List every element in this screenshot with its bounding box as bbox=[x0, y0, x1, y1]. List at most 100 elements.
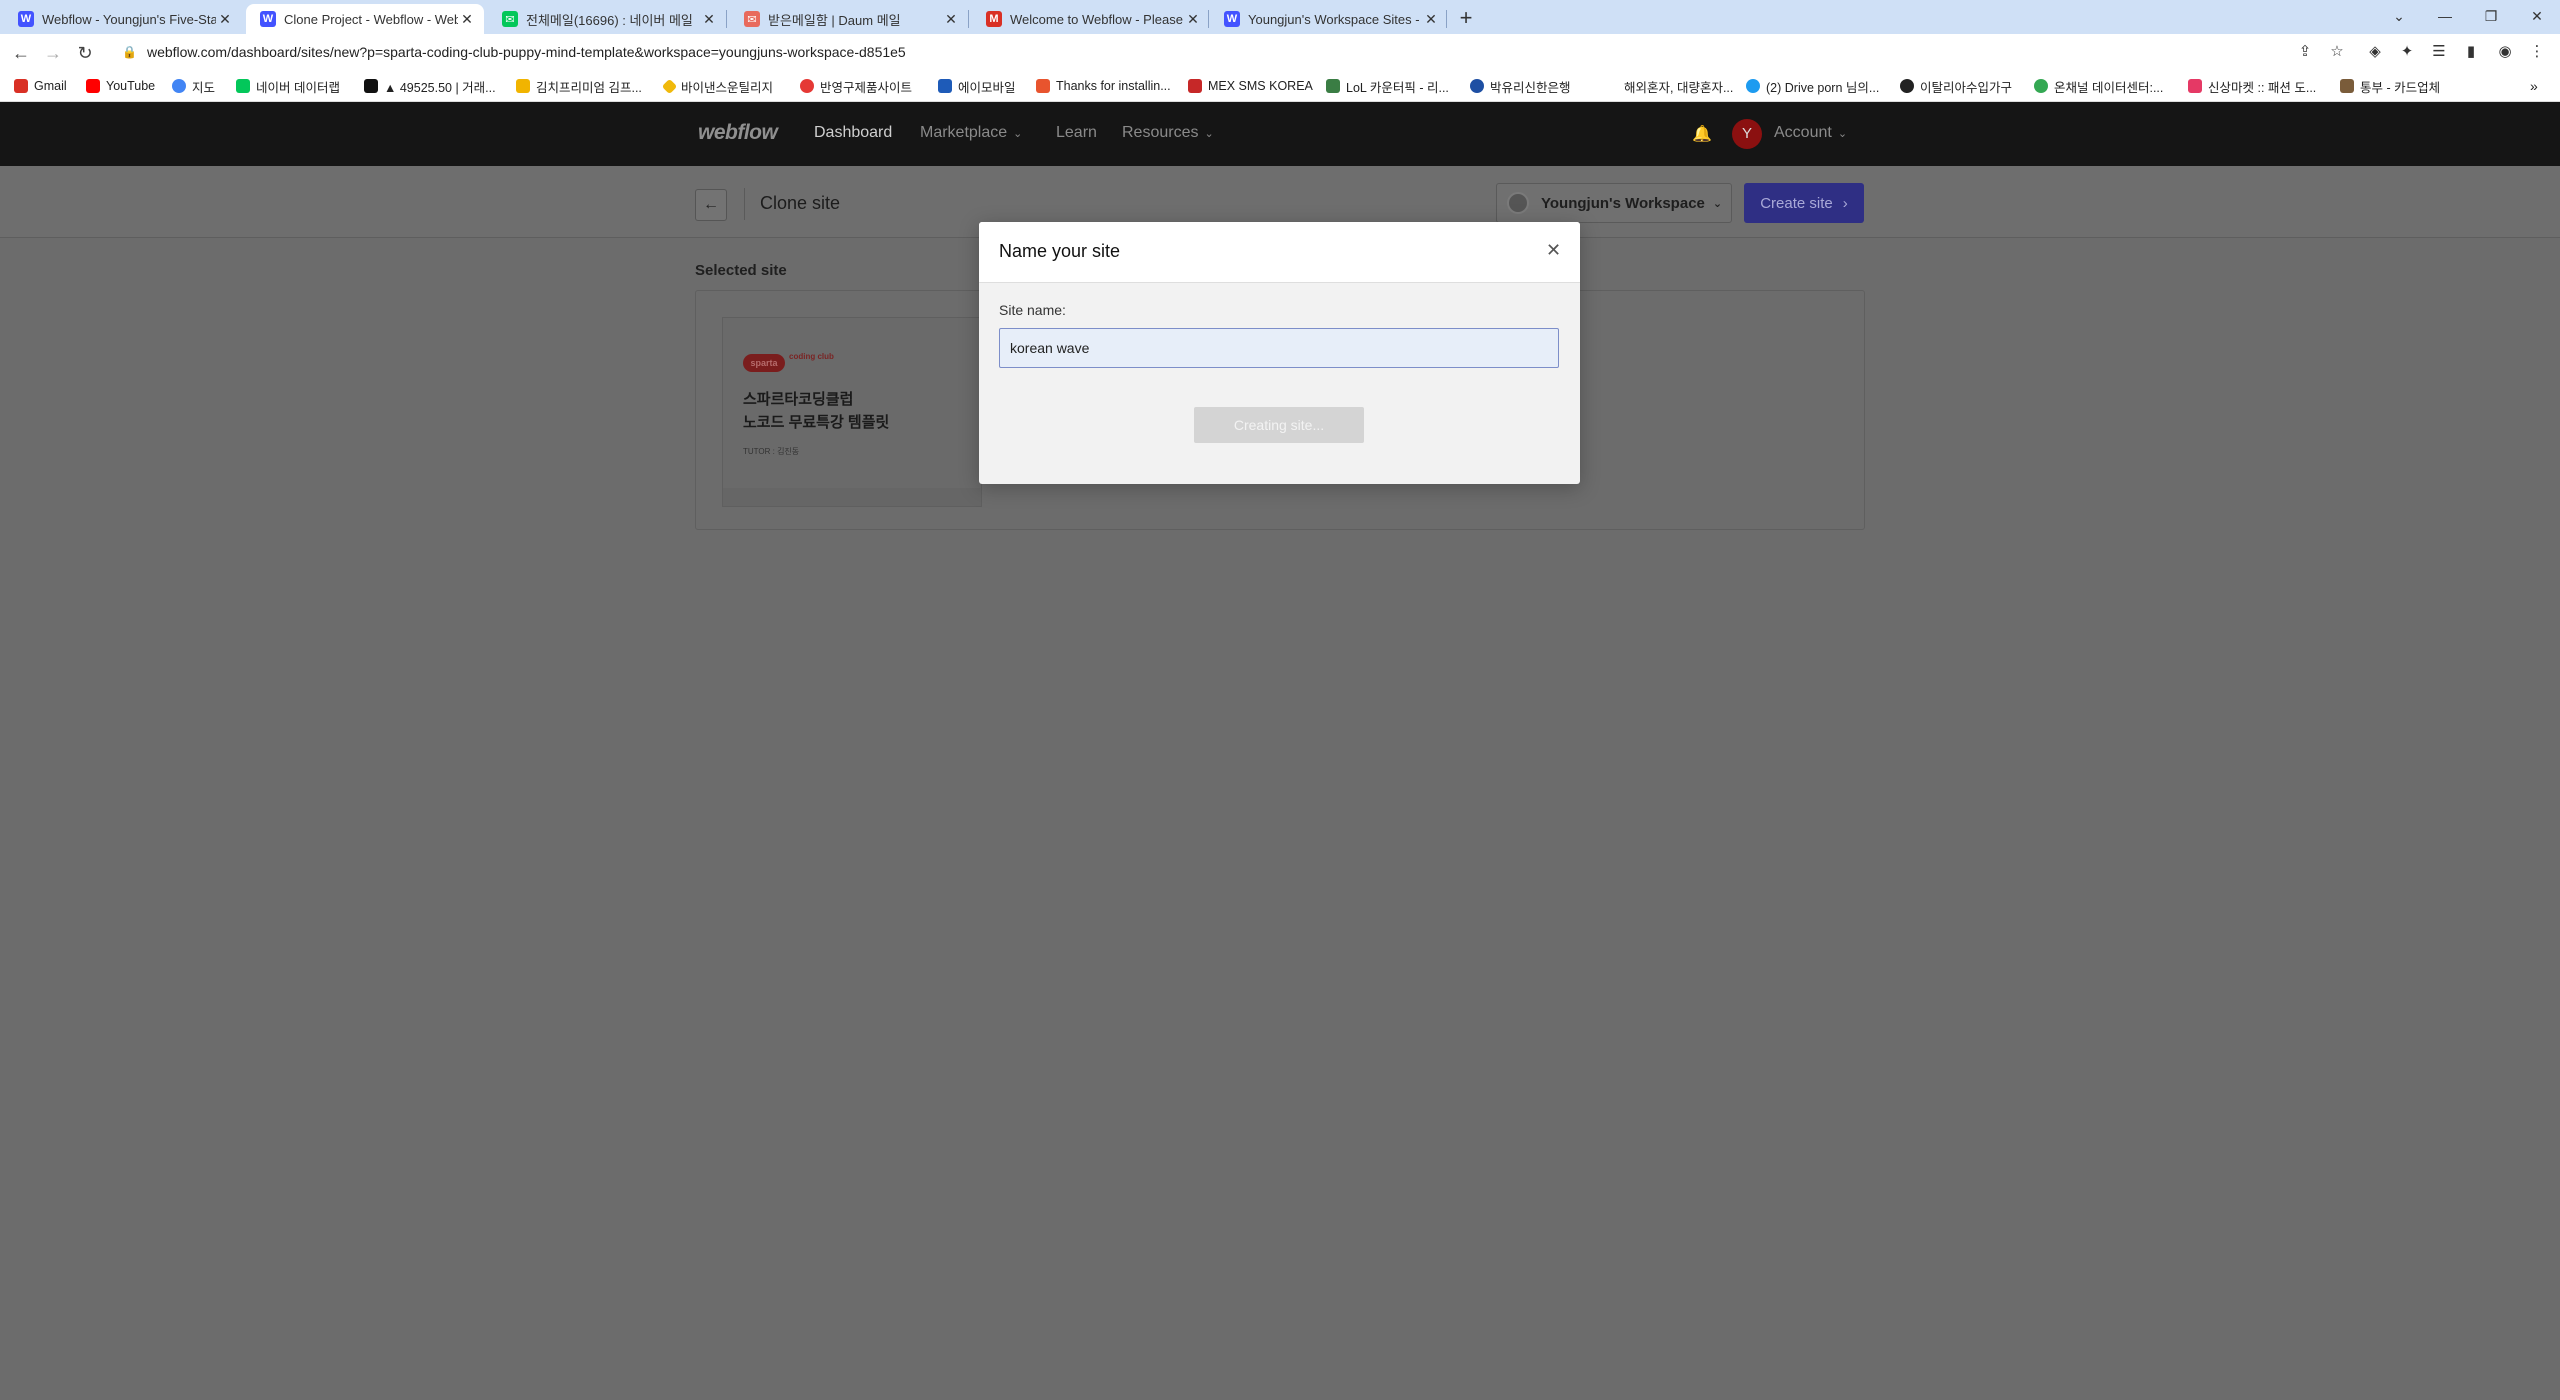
reload-icon[interactable]: ↻ bbox=[72, 40, 98, 66]
site-name-label: Site name: bbox=[999, 302, 1066, 318]
bookmark-star-icon[interactable]: ☆ bbox=[2326, 41, 2348, 63]
nav-marketplace[interactable]: Marketplace ⌄ bbox=[920, 124, 1022, 142]
close-icon[interactable]: ✕ bbox=[216, 11, 234, 28]
bookmark-item[interactable]: 에이모바일 bbox=[938, 76, 1016, 96]
browser-tab[interactable]: W Webflow - Youngjun's Five-Star ✕ bbox=[4, 4, 242, 34]
webflow-icon: W bbox=[18, 11, 34, 27]
template-card: sparta coding club 스파르타코딩클럽 노코드 무료특강 템플릿… bbox=[722, 317, 982, 507]
back-button[interactable]: ← bbox=[695, 189, 727, 221]
bookmark-item[interactable]: (2) Drive porn 님의... bbox=[1746, 76, 1879, 96]
url-bar[interactable]: 🔒 webflow.com/dashboard/sites/new?p=spar… bbox=[108, 37, 2348, 67]
back-arrow-icon[interactable]: ← bbox=[8, 40, 34, 66]
lock-icon: 🔒 bbox=[122, 45, 137, 59]
address-toolbar: ← → ↻ 🔒 webflow.com/dashboard/sites/new?… bbox=[0, 34, 2560, 70]
exchange-icon bbox=[364, 79, 378, 93]
nav-learn[interactable]: Learn bbox=[1056, 124, 1097, 142]
bookmark-item[interactable]: 반영구제품사이트 bbox=[800, 76, 912, 96]
bookmark-item[interactable]: 신상마켓 :: 패션 도... bbox=[2188, 76, 2316, 96]
bell-icon[interactable]: 🔔 bbox=[1692, 124, 1712, 144]
chevron-down-icon: ⌄ bbox=[1204, 128, 1214, 140]
bookmark-item[interactable]: LoL 카운터픽 - 리... bbox=[1326, 76, 1449, 96]
lol-counter-icon bbox=[1326, 79, 1340, 93]
new-tab-plus-icon[interactable]: + bbox=[1452, 4, 1480, 32]
amobile-shield-icon bbox=[938, 79, 952, 93]
reading-list-icon[interactable]: ☰ bbox=[2428, 41, 2450, 63]
bookmarks-bar: Gmail YouTube 지도 네이버 데이터랩 ▲ 49525.50 | 거… bbox=[0, 70, 2560, 102]
chevron-down-icon: ⌄ bbox=[1837, 128, 1848, 140]
close-icon[interactable]: ✕ bbox=[1184, 11, 1202, 28]
puzzle-extensions-icon[interactable]: ✦ bbox=[2396, 41, 2418, 63]
url-text: webflow.com/dashboard/sites/new?p=sparta… bbox=[146, 44, 906, 60]
close-icon[interactable]: ✕ bbox=[1546, 240, 1561, 261]
create-site-button[interactable]: Create site › bbox=[1744, 183, 1864, 223]
bookmark-item[interactable]: 박유리신한은행 bbox=[1470, 76, 1571, 96]
bookmark-item[interactable]: 해외혼자, 대량혼자... bbox=[1604, 76, 1733, 96]
extension-icon[interactable]: ◈ bbox=[2364, 41, 2386, 63]
browser-tab-active[interactable]: W Clone Project - Webflow - Web ✕ bbox=[246, 4, 484, 34]
bookmark-item[interactable]: MEX SMS KOREA bbox=[1188, 76, 1313, 96]
webflow-top-nav: webflow Dashboard Marketplace ⌄ Learn Res… bbox=[0, 102, 2560, 166]
kimchi-premium-icon bbox=[516, 79, 530, 93]
bookmark-item[interactable]: Thanks for installin... bbox=[1036, 76, 1171, 96]
bookmark-item[interactable]: YouTube bbox=[86, 76, 155, 96]
bookmark-item[interactable]: 네이버 데이터랩 bbox=[236, 76, 340, 96]
webflow-logo[interactable]: webflow bbox=[698, 121, 778, 145]
gmail-icon bbox=[14, 79, 28, 93]
sinsang-market-icon bbox=[2188, 79, 2202, 93]
nav-resources[interactable]: Resources ⌄ bbox=[1122, 124, 1214, 142]
more-bookmarks-chevron-icon[interactable]: » bbox=[2530, 76, 2538, 96]
webflow-icon: W bbox=[260, 11, 276, 27]
daum-mail-icon: ✉ bbox=[744, 11, 760, 27]
browser-tab[interactable]: W Youngjun's Workspace Sites - W ✕ bbox=[1210, 4, 1448, 34]
bookmark-item[interactable]: ▲ 49525.50 | 거래... bbox=[364, 76, 496, 96]
close-icon[interactable]: ✕ bbox=[1422, 11, 1440, 28]
bookmark-item[interactable]: 바이낸스운틸리지 bbox=[661, 76, 773, 96]
chevron-down-icon: ⌄ bbox=[1712, 197, 1723, 210]
creating-site-button[interactable]: Creating site... bbox=[1194, 407, 1364, 443]
bookmark-item[interactable]: 지도 bbox=[172, 76, 215, 96]
tab-divider bbox=[726, 10, 727, 28]
share-icon[interactable]: ⇪ bbox=[2294, 41, 2316, 63]
close-icon[interactable]: ✕ bbox=[458, 11, 476, 28]
webflow-icon: W bbox=[1224, 11, 1240, 27]
close-icon[interactable]: ✕ bbox=[942, 11, 960, 28]
template-thumbnail: sparta coding club 스파르타코딩클럽 노코드 무료특강 템플릿… bbox=[723, 318, 981, 488]
close-icon[interactable]: ✕ bbox=[700, 11, 718, 28]
more-menu-icon[interactable]: ⋮ bbox=[2526, 41, 2548, 63]
avatar[interactable]: Y bbox=[1732, 119, 1762, 149]
bookmark-item[interactable]: 통부 - 카드업체 bbox=[2340, 76, 2440, 96]
bookmark-item[interactable]: 이탈리아수입가구 bbox=[1900, 76, 2012, 96]
site-name-input[interactable] bbox=[999, 328, 1559, 368]
workspace-icon bbox=[1507, 192, 1529, 214]
naver-icon bbox=[236, 79, 250, 93]
twitter-icon bbox=[1746, 79, 1760, 93]
account-menu[interactable]: Account ⌄ bbox=[1774, 124, 1847, 142]
browser-tab[interactable]: M Welcome to Webflow - Please ✕ bbox=[972, 4, 1210, 34]
install-icon bbox=[1036, 79, 1050, 93]
profile-avatar-icon[interactable]: ◉ bbox=[2494, 41, 2516, 63]
window-close-icon[interactable]: ✕ bbox=[2514, 4, 2560, 28]
arrow-left-icon: ← bbox=[703, 196, 719, 213]
name-site-modal: Name your site ✕ Site name: Creating sit… bbox=[979, 222, 1580, 484]
folder-icon bbox=[2340, 79, 2354, 93]
sparta-logo: sparta bbox=[743, 354, 785, 372]
tab-divider bbox=[968, 10, 969, 28]
chevron-right-icon: › bbox=[1842, 194, 1848, 212]
blank-page-icon bbox=[1604, 79, 1618, 93]
sparta-logo-text: coding club bbox=[789, 352, 834, 361]
side-panel-icon[interactable]: ▮ bbox=[2460, 41, 2482, 63]
bookmark-item[interactable]: 김치프리미엄 김프... bbox=[516, 76, 642, 96]
thumbnail-title: 스파르타코딩클럽 노코드 무료특강 템플릿 bbox=[743, 391, 890, 431]
restore-icon[interactable]: ❐ bbox=[2468, 4, 2514, 28]
nav-dashboard[interactable]: Dashboard bbox=[814, 124, 892, 142]
bookmark-item[interactable]: Gmail bbox=[14, 76, 67, 96]
tab-search-chevron-icon[interactable]: ⌄ bbox=[2376, 4, 2422, 28]
workspace-select[interactable]: Youngjun's Workspace ⌄ bbox=[1496, 183, 1732, 223]
divider bbox=[744, 188, 745, 220]
bookmark-item[interactable]: 온채널 데이터센터:... bbox=[2034, 76, 2163, 96]
onchannel-icon bbox=[2034, 79, 2048, 93]
browser-tab[interactable]: ✉ 받은메일함 | Daum 메일 ✕ bbox=[730, 4, 968, 34]
minimize-icon[interactable]: — bbox=[2422, 4, 2468, 28]
browser-tab[interactable]: ✉ 전체메일(16696) : 네이버 메일 ✕ bbox=[488, 4, 726, 34]
forward-arrow-icon[interactable]: → bbox=[40, 40, 66, 66]
